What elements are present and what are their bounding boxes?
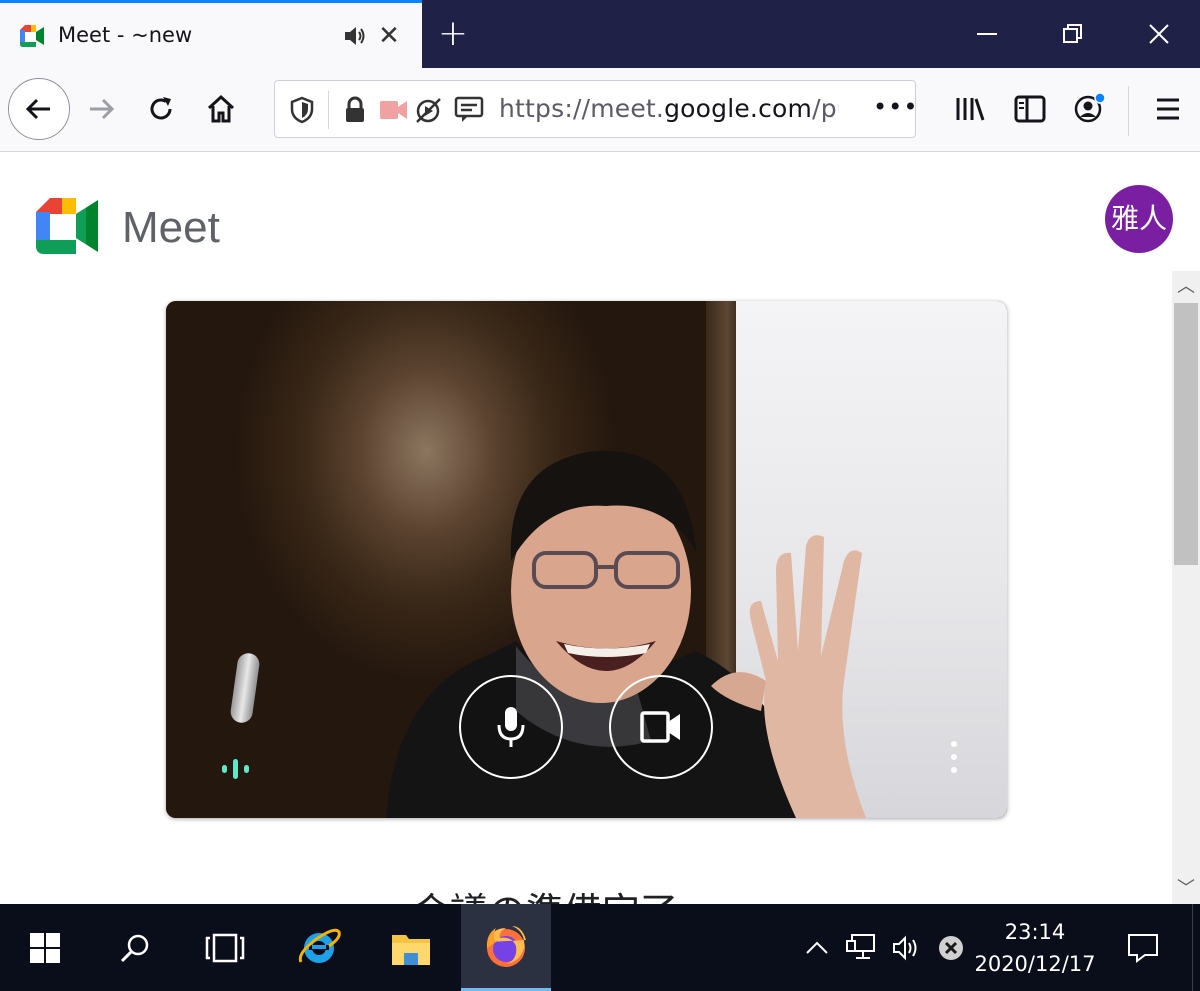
menu-icon: [1157, 98, 1179, 120]
microphone-toggle-button[interactable]: [459, 675, 563, 779]
url-text[interactable]: https://meet.google.com/puc-ct: [499, 94, 839, 123]
url-separator: [328, 91, 329, 129]
forward-button[interactable]: [70, 78, 132, 140]
windows-taskbar: 23:14 2020/12/17: [0, 904, 1200, 991]
scroll-up-icon[interactable]: ︿: [1172, 271, 1200, 303]
volume-icon[interactable]: [888, 904, 926, 991]
taskbar-clock[interactable]: 23:14 2020/12/17: [974, 916, 1096, 980]
more-options-icon[interactable]: [944, 737, 964, 777]
show-hidden-icons-icon[interactable]: [800, 904, 834, 991]
plus-icon[interactable]: +: [436, 14, 470, 54]
back-button[interactable]: [8, 78, 70, 140]
lock-icon[interactable]: [341, 95, 369, 125]
tracking-protection-icon[interactable]: [287, 95, 317, 125]
clock-time: 23:14: [1004, 920, 1066, 944]
network-icon[interactable]: [842, 904, 882, 991]
window-close-icon[interactable]: [1116, 0, 1200, 68]
ready-to-join-heading: 会議の準備完了: [412, 881, 678, 904]
task-view-icon: [205, 933, 245, 962]
task-view-button[interactable]: [182, 904, 268, 991]
firefox-taskbar-button[interactable]: [461, 904, 551, 991]
library-icon: [956, 98, 985, 121]
tab-title: Meet - ~new: [58, 23, 193, 47]
file-explorer-icon: [392, 934, 430, 965]
start-button[interactable]: [0, 904, 90, 991]
minimize-icon[interactable]: [944, 0, 1030, 68]
close-icon[interactable]: ✕: [376, 21, 402, 51]
forward-icon: [90, 98, 115, 120]
speaker-icon[interactable]: [342, 23, 368, 49]
autoplay-blocked-icon[interactable]: [413, 95, 447, 125]
video-camera-icon: [640, 711, 680, 743]
home-button[interactable]: [190, 78, 252, 140]
account-icon: [1074, 92, 1106, 123]
scrollbar-thumb[interactable]: [1174, 303, 1198, 565]
camera-permission-icon[interactable]: [379, 95, 409, 125]
error-status-icon[interactable]: [932, 904, 970, 991]
toolbar-divider: [1128, 86, 1129, 136]
show-desktop-button[interactable]: [1192, 904, 1200, 991]
menu-button[interactable]: [1140, 78, 1196, 140]
search-icon: [120, 934, 149, 962]
address-bar[interactable]: https://meet.google.com/puc-ct •••: [274, 80, 918, 138]
account-button[interactable]: [1062, 78, 1118, 140]
firefox-icon: [486, 926, 526, 967]
windows-start-icon: [30, 932, 60, 963]
back-icon: [25, 98, 50, 120]
internet-explorer-icon: [298, 928, 341, 963]
notification-permission-icon[interactable]: [453, 95, 485, 125]
sidebar-button[interactable]: [1002, 78, 1058, 140]
page-actions-button[interactable]: •••: [873, 93, 918, 121]
search-button[interactable]: [92, 904, 178, 991]
file-explorer-button[interactable]: [368, 904, 454, 991]
self-video-preview: [166, 301, 1007, 818]
microphone-icon: [497, 707, 525, 747]
browser-toolbar: https://meet.google.com/puc-ct •••: [0, 68, 1200, 152]
browser-titlebar: Meet - ~new ✕ +: [0, 0, 1200, 68]
reload-icon: [150, 97, 172, 120]
browser-tab-meet[interactable]: Meet - ~new ✕: [0, 0, 422, 68]
clock-date: 2020/12/17: [974, 952, 1096, 976]
app-title: Meet: [122, 203, 220, 252]
sidebar-icon: [1014, 95, 1046, 123]
avatar[interactable]: 雅人: [1105, 185, 1173, 253]
reload-button[interactable]: [130, 78, 192, 140]
home-icon: [207, 94, 235, 123]
google-meet-icon: [20, 25, 44, 47]
meet-page: Meet 雅人 ︿ ﹀: [0, 153, 1200, 904]
internet-explorer-button[interactable]: [276, 904, 362, 991]
camera-toggle-button[interactable]: [609, 675, 713, 779]
audio-level-indicator: [222, 759, 249, 779]
scroll-down-icon[interactable]: ﹀: [1172, 873, 1200, 904]
library-button[interactable]: [942, 78, 998, 140]
action-center-icon[interactable]: [1112, 904, 1174, 991]
restore-icon[interactable]: [1030, 0, 1116, 68]
google-meet-logo-icon[interactable]: [36, 198, 98, 254]
